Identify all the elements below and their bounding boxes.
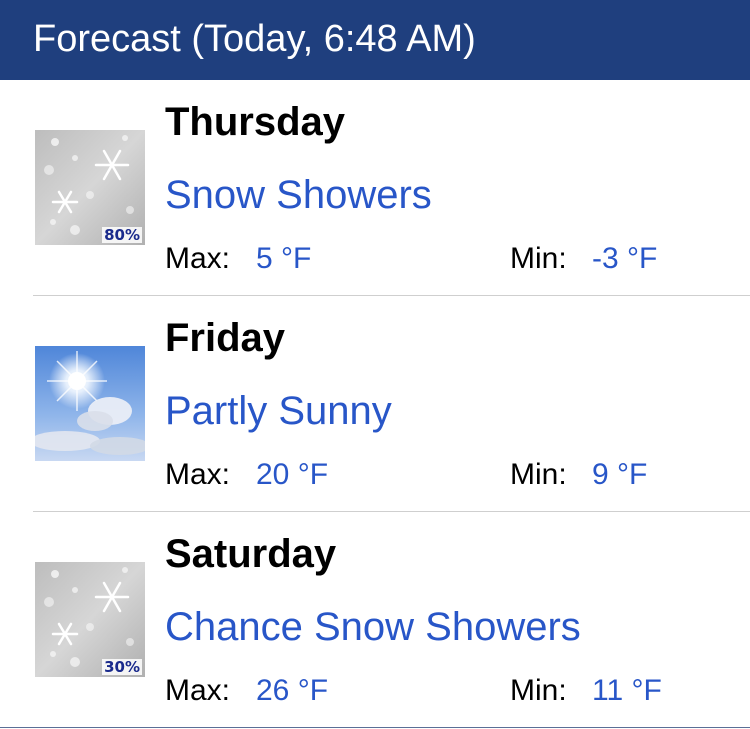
max-temp-value: 5 °F (256, 242, 312, 275)
max-label: Max: (165, 674, 231, 707)
max-temp-value: 20 °F (256, 458, 329, 491)
forecast-row-saturday[interactable]: 30% Saturday Chance Snow Showers Max: 26… (0, 512, 750, 728)
min-label: Min: (510, 242, 567, 275)
min-temp-value: 11 °F (592, 674, 662, 707)
precip-chance-badge: 30% (102, 657, 142, 676)
min-temp-value: 9 °F (592, 458, 648, 491)
precip-chance-badge: 80% (102, 225, 142, 244)
condition-link[interactable]: Chance Snow Showers (165, 607, 581, 647)
day-label: Saturday (165, 532, 337, 576)
max-label: Max: (165, 458, 231, 491)
forecast-header: Forecast (Today, 6:48 AM) (0, 0, 750, 80)
day-label: Thursday (165, 100, 346, 144)
min-label: Min: (510, 458, 567, 491)
snow-showers-icon: 30% (35, 562, 145, 677)
snow-showers-icon: 80% (35, 130, 145, 245)
forecast-row-thursday[interactable]: 80% Thursday Snow Showers Max: 5 °F Min:… (0, 80, 750, 296)
row-divider (0, 727, 750, 728)
condition-link[interactable]: Partly Sunny (165, 391, 392, 431)
day-label: Friday (165, 316, 286, 360)
forecast-row-friday[interactable]: Friday Partly Sunny Max: 20 °F Min: 9 °F (0, 296, 750, 512)
partly-sunny-icon (35, 346, 145, 461)
min-temp-value: -3 °F (592, 242, 658, 275)
min-label: Min: (510, 674, 567, 707)
page-title: Forecast (Today, 6:48 AM) (33, 18, 476, 60)
condition-link[interactable]: Snow Showers (165, 175, 432, 215)
max-temp-value: 26 °F (256, 674, 329, 707)
max-label: Max: (165, 242, 231, 275)
